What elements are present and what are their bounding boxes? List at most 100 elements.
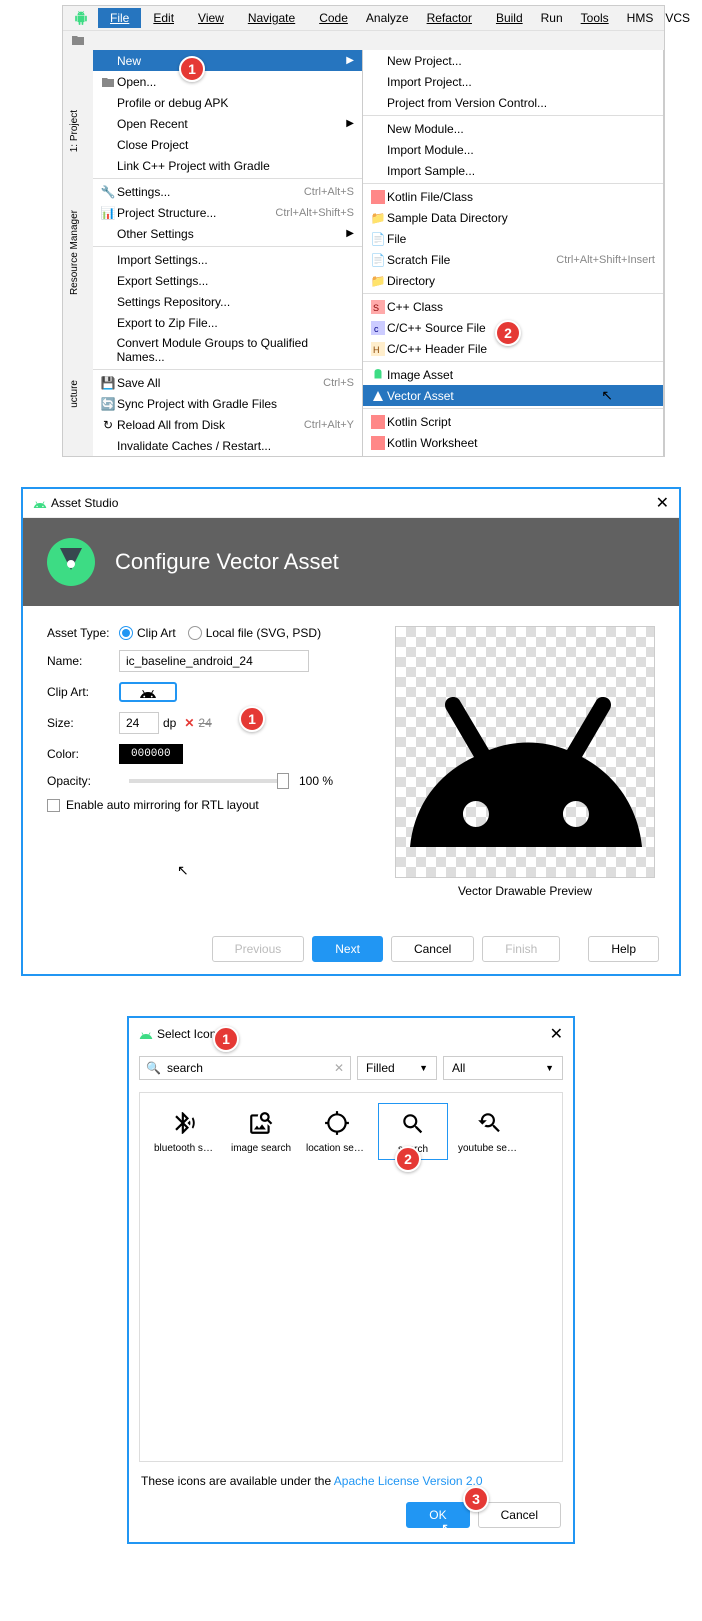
menubar-view[interactable]: View xyxy=(186,8,236,28)
cancel-button[interactable]: Cancel xyxy=(478,1502,561,1528)
resource-manager-tab[interactable]: Resource Manager xyxy=(69,210,80,295)
size-label: Size: xyxy=(47,716,119,730)
submenu-sample-data[interactable]: 📁Sample Data Directory xyxy=(363,207,663,228)
submenu-vector-asset[interactable]: Vector Asset↖ xyxy=(363,385,663,406)
menu-open-recent[interactable]: Open Recent▶ xyxy=(93,113,362,134)
category-dropdown[interactable]: All▼ xyxy=(443,1056,563,1080)
next-button[interactable]: Next xyxy=(312,936,383,962)
menu-import-settings[interactable]: Import Settings... xyxy=(93,249,362,270)
previous-button[interactable]: Previous xyxy=(212,936,305,962)
folder-icon xyxy=(99,76,117,88)
open-folder-icon[interactable] xyxy=(71,34,85,46)
cancel-button[interactable]: Cancel xyxy=(391,936,474,962)
submenu-import-module[interactable]: Import Module... xyxy=(363,139,663,160)
folder-icon: 📁 xyxy=(369,274,387,288)
select-icon-title: Select Icon xyxy=(157,1027,216,1041)
color-picker[interactable]: 000000 xyxy=(119,744,183,764)
icon-item-image-search[interactable]: image search xyxy=(226,1103,296,1158)
name-input[interactable] xyxy=(119,650,309,672)
submenu-kotlin-worksheet[interactable]: Kotlin Worksheet xyxy=(363,432,663,453)
menu-convert-module[interactable]: Convert Module Groups to Qualified Names… xyxy=(93,333,362,367)
menubar-vcs[interactable]: VCS xyxy=(659,8,696,28)
submenu-image-asset[interactable]: Image Asset xyxy=(363,364,663,385)
menubar-hms[interactable]: HMS xyxy=(621,8,660,28)
menubar-refactor[interactable]: Refactor xyxy=(415,8,484,28)
menubar-edit[interactable]: Edit xyxy=(141,8,186,28)
scratch-icon: 📄 xyxy=(369,253,387,267)
submenu-scratch-file[interactable]: 📄Scratch FileCtrl+Alt+Shift+Insert xyxy=(363,249,663,270)
opacity-slider[interactable] xyxy=(129,779,289,783)
dialog-titlebar: Asset Studio ✕ xyxy=(23,489,679,518)
submenu-version-control[interactable]: Project from Version Control... xyxy=(363,92,663,113)
menu-link-cpp[interactable]: Link C++ Project with Gradle xyxy=(93,155,362,176)
submenu-import-project[interactable]: Import Project... xyxy=(363,71,663,92)
close-button[interactable]: ✕ xyxy=(550,1024,563,1044)
android-logo-icon xyxy=(33,498,47,508)
structure-tab[interactable]: ucture xyxy=(69,380,80,408)
menubar-file[interactable]: File xyxy=(98,8,141,28)
submenu-new-module[interactable]: New Module... xyxy=(363,118,663,139)
save-icon: 💾 xyxy=(99,376,117,390)
location-searching-icon xyxy=(306,1107,368,1139)
clip-art-radio[interactable] xyxy=(119,626,133,640)
menu-export-settings[interactable]: Export Settings... xyxy=(93,270,362,291)
submenu-import-sample[interactable]: Import Sample... xyxy=(363,160,663,181)
finish-button[interactable]: Finish xyxy=(482,936,560,962)
file-icon: 📄 xyxy=(369,232,387,246)
clip-art-button[interactable] xyxy=(119,682,177,702)
help-button[interactable]: Help xyxy=(588,936,659,962)
menubar-run[interactable]: Run xyxy=(535,8,569,28)
youtube-searched-icon xyxy=(458,1107,520,1139)
menu-project-structure[interactable]: 📊Project Structure...Ctrl+Alt+Shift+S xyxy=(93,202,362,223)
menu-other-settings[interactable]: Other Settings▶ xyxy=(93,223,362,244)
select-icon-titlebar: Select Icon ✕ xyxy=(129,1018,573,1050)
size-width-input[interactable] xyxy=(119,712,159,734)
menu-save-all[interactable]: 💾Save AllCtrl+S xyxy=(93,372,362,393)
menubar-navigate[interactable]: Navigate xyxy=(236,8,307,28)
menu-close-project[interactable]: Close Project xyxy=(93,134,362,155)
submenu-kotlin-file[interactable]: Kotlin File/Class xyxy=(363,186,663,207)
android-logo-icon xyxy=(68,8,94,28)
submenu-cpp-class[interactable]: SC++ Class xyxy=(363,296,663,317)
annotation-badge-1: 1 xyxy=(179,56,205,82)
icon-search-input[interactable]: 🔍 search ✕ xyxy=(139,1056,351,1080)
c-file-icon: c xyxy=(369,321,387,335)
icon-item-youtube-searched[interactable]: youtube searched xyxy=(454,1103,524,1158)
project-tab[interactable]: 1: Project xyxy=(69,110,80,152)
menu-reload-disk[interactable]: ↻Reload All from DiskCtrl+Alt+Y xyxy=(93,414,362,435)
sync-icon: 🔄 xyxy=(99,397,117,411)
menubar-window[interactable]: Window xyxy=(696,8,702,28)
x-separator: ✕ xyxy=(184,716,194,730)
menu-new[interactable]: New▶ xyxy=(93,50,362,71)
submenu-kotlin-script[interactable]: Kotlin Script xyxy=(363,411,663,432)
mirroring-checkbox[interactable] xyxy=(47,799,60,812)
menu-settings[interactable]: 🔧Settings...Ctrl+Alt+S xyxy=(93,181,362,202)
kotlin-ws-icon xyxy=(369,436,387,450)
menubar-analyze[interactable]: Analyze xyxy=(360,8,415,28)
license-link[interactable]: Apache License Version 2.0 xyxy=(334,1474,483,1488)
ok-button[interactable]: OK xyxy=(406,1502,469,1528)
menu-settings-repo[interactable]: Settings Repository... xyxy=(93,291,362,312)
menu-open[interactable]: Open... xyxy=(93,71,362,92)
icon-item-location-searching[interactable]: location searching xyxy=(302,1103,372,1158)
menubar-build[interactable]: Build xyxy=(484,8,535,28)
menu-invalidate-caches[interactable]: Invalidate Caches / Restart... xyxy=(93,435,362,456)
menubar-tools[interactable]: Tools xyxy=(569,8,621,28)
menubar-code[interactable]: Code xyxy=(307,8,360,28)
close-button[interactable]: ✕ xyxy=(656,493,669,513)
icon-item-bluetooth[interactable]: bluetooth searching xyxy=(150,1103,220,1158)
submenu-file[interactable]: 📄File xyxy=(363,228,663,249)
menu-export-zip[interactable]: Export to Zip File... xyxy=(93,312,362,333)
preview-label: Vector Drawable Preview xyxy=(395,878,655,904)
opacity-label: Opacity: xyxy=(47,774,119,788)
h-file-icon: H xyxy=(369,342,387,356)
annotation-badge-1: 1 xyxy=(213,1026,239,1052)
submenu-new-project[interactable]: New Project... xyxy=(363,50,663,71)
menu-profile-apk[interactable]: Profile or debug APK xyxy=(93,92,362,113)
style-dropdown[interactable]: Filled▼ xyxy=(357,1056,437,1080)
submenu-directory[interactable]: 📁Directory xyxy=(363,270,663,291)
clear-search-icon[interactable]: ✕ xyxy=(334,1061,344,1075)
local-file-radio[interactable] xyxy=(188,626,202,640)
dialog-title: Asset Studio xyxy=(51,496,118,510)
menu-sync-gradle[interactable]: 🔄Sync Project with Gradle Files xyxy=(93,393,362,414)
